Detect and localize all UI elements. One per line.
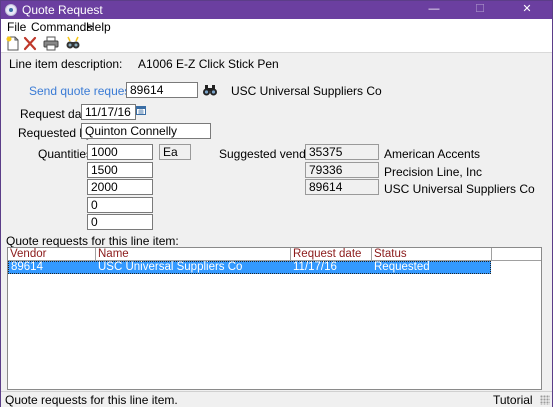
table-row[interactable]: 89614 USC Universal Suppliers Co 11/17/1… (8, 261, 491, 274)
quote-request-window: Quote Request — ☐ ✕ File Commands Help L… (0, 0, 553, 407)
column-header-status[interactable]: Status (372, 248, 492, 261)
send-to-vendor-input[interactable]: 89614 (126, 82, 198, 98)
quantity-input-4[interactable]: 0 (87, 197, 153, 213)
suggested-vendor-name: Precision Line, Inc (384, 165, 483, 179)
quantity-input-3[interactable]: 2000 (87, 179, 153, 195)
minimize-button[interactable]: — (411, 1, 457, 19)
quantity-input-2[interactable]: 1500 (87, 162, 153, 178)
status-message: Quote requests for this line item. (5, 393, 178, 407)
unit-field: Ea (159, 144, 191, 160)
requested-by-input[interactable]: Quinton Connelly (81, 123, 211, 139)
quantity-input-1[interactable]: 1000 (87, 144, 153, 160)
suggested-vendor-code[interactable]: 35375 (305, 144, 379, 160)
new-document-icon[interactable] (5, 36, 21, 51)
menu-commands[interactable]: Commands (31, 20, 92, 34)
menu-bar: File Commands Help (1, 19, 552, 34)
line-item-label: Line item description: (9, 57, 123, 71)
close-button[interactable]: ✕ (504, 1, 550, 19)
column-header-name[interactable]: Name (96, 248, 291, 261)
request-date-input[interactable]: 11/17/16 (81, 104, 136, 120)
suggested-vendor-name: American Accents (384, 147, 481, 161)
title-bar[interactable]: Quote Request — ☐ ✕ (1, 1, 552, 19)
menu-file[interactable]: File (7, 20, 26, 34)
row-name: USC Universal Suppliers Co (98, 261, 243, 273)
row-vendor: 89614 (11, 261, 43, 273)
status-mode: Tutorial (493, 393, 533, 407)
find-icon[interactable] (65, 36, 81, 51)
binoculars-icon[interactable] (202, 82, 218, 98)
row-request-date: 11/17/16 (293, 261, 337, 273)
delete-icon[interactable] (22, 36, 38, 51)
quantity-input-5[interactable]: 0 (87, 214, 153, 230)
quote-requests-grid[interactable]: Vendor Name Request date Status 89614 US… (7, 247, 542, 390)
menu-help[interactable]: Help (86, 20, 111, 34)
toolbar (1, 34, 552, 53)
maximize-button[interactable]: ☐ (457, 1, 503, 19)
resize-grip[interactable] (540, 395, 550, 405)
app-icon (5, 4, 17, 16)
row-status: Requested (374, 261, 430, 273)
column-header-vendor[interactable]: Vendor (8, 248, 96, 261)
line-item-value: A1006 E-Z Click Stick Pen (138, 57, 279, 71)
suggested-vendor-code[interactable]: 89614 (305, 179, 379, 195)
grid-header: Vendor Name Request date Status (8, 248, 541, 261)
suggested-vendor-code[interactable]: 79336 (305, 162, 379, 178)
window-title: Quote Request (22, 3, 103, 17)
column-header-request-date[interactable]: Request date (291, 248, 372, 261)
send-to-vendor-name: USC Universal Suppliers Co (231, 84, 382, 98)
grid-caption: Quote requests for this line item: (6, 234, 179, 248)
print-icon[interactable] (43, 36, 59, 51)
calendar-icon[interactable] (136, 104, 146, 115)
status-bar: Quote requests for this line item. Tutor… (1, 391, 552, 407)
suggested-vendor-name: USC Universal Suppliers Co (384, 182, 535, 196)
